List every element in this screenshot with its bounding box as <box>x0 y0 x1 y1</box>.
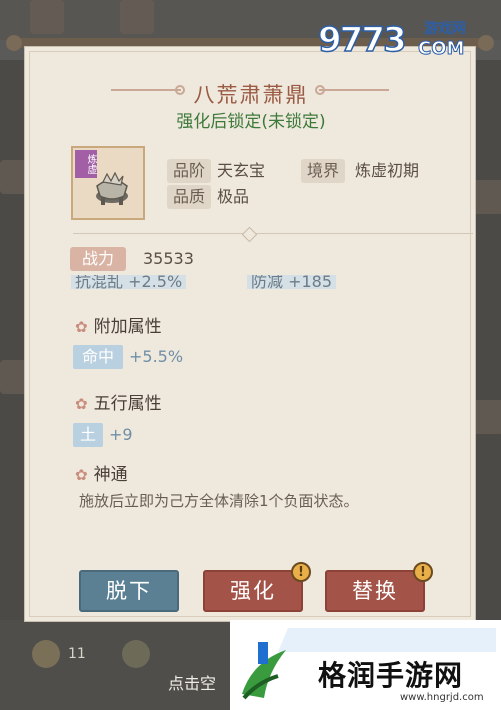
item-title: 八荒肃萧鼎 <box>193 83 309 107</box>
quality-label: 品质 <box>167 185 212 209</box>
partially-hidden-stat-text: 防减 +185 <box>247 275 337 289</box>
extra-attr-chip: 命中 <box>73 345 123 369</box>
section-element-title: ✿ 五行属性 <box>75 392 162 416</box>
watermark-9773: 9773 游戏网 COM <box>317 16 488 62</box>
enhance-button-label: 强化 <box>230 579 276 603</box>
element-attr-value: +9 <box>109 425 133 444</box>
watermark-name: 格润手游网 <box>318 659 464 692</box>
partially-hidden-stat: 防减 +185 <box>247 275 337 289</box>
watermark-digits: 9773 <box>317 19 407 61</box>
alert-badge-icon: ! <box>291 562 311 582</box>
grade-label: 品阶 <box>167 159 212 183</box>
section-skill-title: ✿ 神通 <box>75 463 128 487</box>
watermark-url: www.hngrjd.com <box>400 692 484 703</box>
partially-hidden-stat: 抗混乱 +2.5% <box>71 275 187 289</box>
flower-icon: ✿ <box>75 466 88 484</box>
item-icon-frame[interactable]: 炼虚 <box>71 146 145 220</box>
currency-icon <box>122 640 150 668</box>
scroll-rod-knob <box>6 35 22 51</box>
swap-button-label: 替换 <box>352 579 398 603</box>
watermark-com: COM <box>417 38 465 60</box>
section-extra-title: ✿ 附加属性 <box>75 315 162 339</box>
currency-icon <box>32 640 60 668</box>
realm-label: 境界 <box>301 159 346 183</box>
item-detail-panel: 八荒肃萧鼎 强化后锁定(未锁定) 炼虚 品阶 天玄宝 境界 炼虚初期 品质 极品… <box>24 46 476 622</box>
partially-hidden-stat-text: 抗混乱 +2.5% <box>71 275 187 289</box>
skill-description: 施放后立即为己方全体清除1个负面状态。 <box>79 492 359 510</box>
cauldron-icon <box>96 171 128 205</box>
background-tile <box>30 0 64 34</box>
realm-value: 炼虚初期 <box>355 161 420 180</box>
background-tile <box>120 0 154 34</box>
watermark-banner <box>278 628 496 652</box>
remove-button[interactable]: 脱下 <box>79 570 179 612</box>
enhance-button[interactable]: 强化 ! <box>203 562 311 612</box>
section-skill-title-text: 神通 <box>93 465 128 485</box>
section-element-title-text: 五行属性 <box>93 394 162 414</box>
extra-attr-value: +5.5% <box>129 347 184 366</box>
watermark-hngrjd: 格润手游网 www.hngrjd.com <box>230 620 501 710</box>
power-value: 35533 <box>143 249 194 268</box>
quality-value: 极品 <box>217 187 250 206</box>
tap-to-close-hint[interactable]: 点击空 <box>168 670 216 694</box>
lock-status: 强化后锁定(未锁定) <box>176 112 326 132</box>
alert-badge-icon: ! <box>413 562 433 582</box>
flower-icon: ✿ <box>75 395 88 413</box>
watermark-logo-icon <box>242 642 286 700</box>
flower-icon: ✿ <box>75 318 88 336</box>
section-extra-title-text: 附加属性 <box>93 317 162 337</box>
swap-button[interactable]: 替换 ! <box>325 562 433 612</box>
background-right <box>473 60 501 620</box>
background-count: 11 <box>68 646 86 662</box>
element-attr-chip: 土 <box>73 423 103 447</box>
remove-button-label: 脱下 <box>106 579 152 603</box>
power-label: 战力 <box>70 247 126 271</box>
watermark-site: 游戏网 <box>424 21 466 37</box>
section-divider <box>73 233 473 234</box>
grade-value: 天玄宝 <box>217 161 266 180</box>
